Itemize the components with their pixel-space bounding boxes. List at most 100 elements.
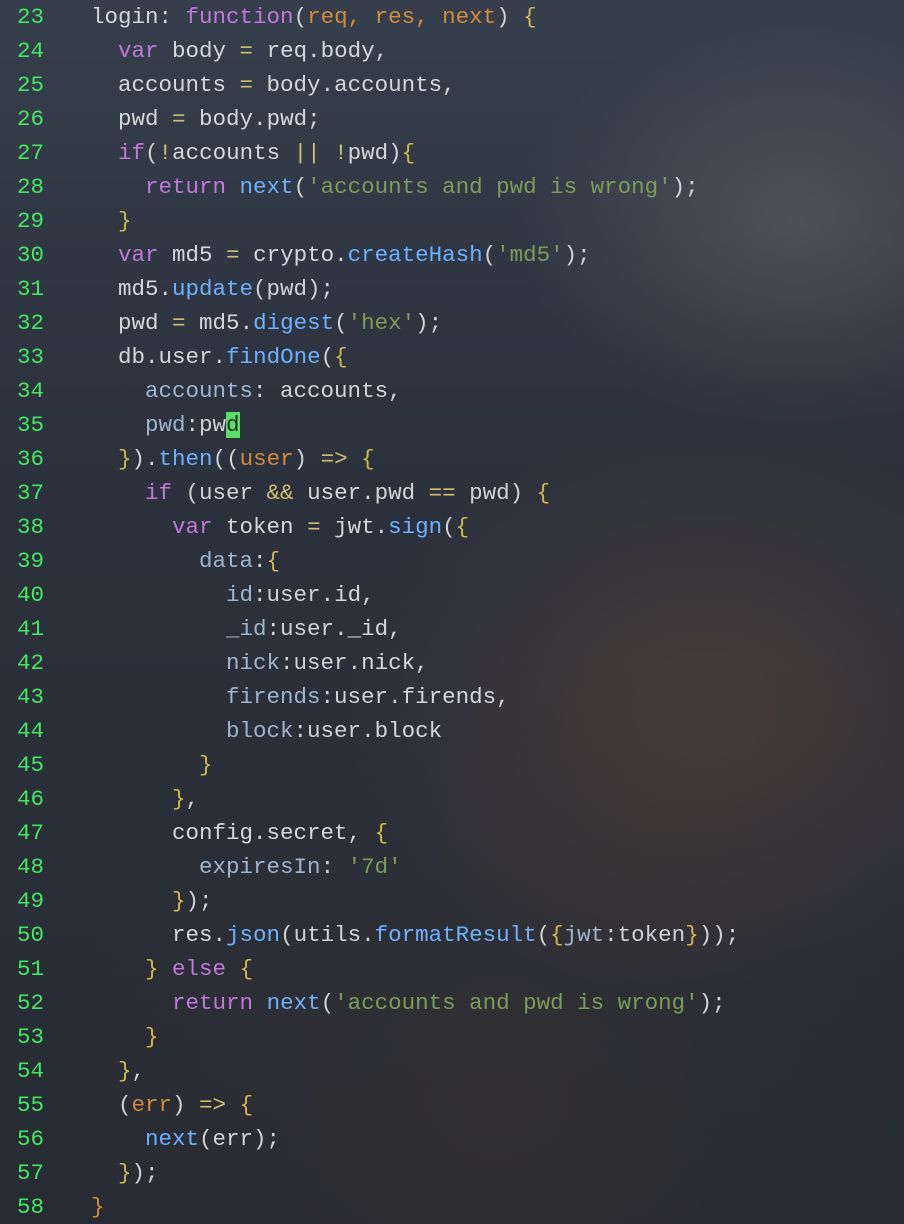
code-line[interactable]: } xyxy=(64,204,904,238)
token-p xyxy=(64,514,172,540)
token-prop: nick xyxy=(226,650,280,676)
code-line[interactable]: (err) => { xyxy=(64,1088,904,1122)
code-editor[interactable]: 2324252627282930313233343536373839404142… xyxy=(0,0,904,1224)
code-line[interactable]: } xyxy=(64,1020,904,1054)
token-kw: return xyxy=(145,174,226,200)
token-prop: _id xyxy=(226,616,267,642)
token-p xyxy=(64,174,145,200)
token-str: '7d' xyxy=(348,854,402,880)
token-fn: digest xyxy=(253,310,334,336)
line-number: 31 xyxy=(0,272,44,306)
line-number: 38 xyxy=(0,510,44,544)
code-line[interactable]: } xyxy=(64,1190,904,1224)
code-line[interactable]: md5.update(pwd); xyxy=(64,272,904,306)
token-p: ); xyxy=(186,888,213,914)
line-number: 45 xyxy=(0,748,44,782)
token-id: user xyxy=(294,480,362,506)
token-p xyxy=(64,140,118,166)
code-line[interactable]: accounts: accounts, xyxy=(64,374,904,408)
token-p xyxy=(64,1160,118,1186)
code-line[interactable]: res.json(utils.formatResult({jwt:token})… xyxy=(64,918,904,952)
token-fn: next xyxy=(240,174,294,200)
token-p xyxy=(64,888,172,914)
token-str: 'accounts and pwd is wrong' xyxy=(334,990,699,1016)
token-kw: var xyxy=(118,38,159,64)
token-brY: } xyxy=(172,786,186,812)
token-p: ; xyxy=(307,106,321,132)
token-id: accounts xyxy=(334,72,442,98)
token-brY: { xyxy=(537,480,551,506)
code-line[interactable]: id:user.id, xyxy=(64,578,904,612)
token-brY: { xyxy=(523,4,537,30)
token-brY: } xyxy=(118,208,132,234)
code-line[interactable]: var md5 = crypto.createHash('md5'); xyxy=(64,238,904,272)
code-line[interactable]: accounts = body.accounts, xyxy=(64,68,904,102)
token-p: . xyxy=(361,922,375,948)
code-line[interactable]: login: function(req, res, next) { xyxy=(64,0,904,34)
line-number: 27 xyxy=(0,136,44,170)
code-line[interactable]: } else { xyxy=(64,952,904,986)
token-p xyxy=(348,446,362,472)
code-line[interactable]: }, xyxy=(64,782,904,816)
token-prop: data xyxy=(199,548,253,574)
code-line[interactable]: _id:user._id, xyxy=(64,612,904,646)
line-number: 44 xyxy=(0,714,44,748)
token-fn: then xyxy=(159,446,213,472)
token-prop: block xyxy=(226,718,294,744)
code-line[interactable]: }); xyxy=(64,884,904,918)
token-p: . xyxy=(240,310,254,336)
code-line[interactable]: pwd = body.pwd; xyxy=(64,102,904,136)
code-line[interactable]: }, xyxy=(64,1054,904,1088)
token-brY: { xyxy=(240,1092,254,1118)
code-line[interactable]: nick:user.nick, xyxy=(64,646,904,680)
token-prop: id xyxy=(226,582,253,608)
line-number: 47 xyxy=(0,816,44,850)
code-line[interactable]: next(err); xyxy=(64,1122,904,1156)
code-line[interactable]: db.user.findOne({ xyxy=(64,340,904,374)
token-p: , xyxy=(496,684,510,710)
line-number: 28 xyxy=(0,170,44,204)
token-fn: json xyxy=(226,922,280,948)
token-brY: } xyxy=(199,752,213,778)
code-line[interactable]: pwd = md5.digest('hex'); xyxy=(64,306,904,340)
token-id: pwd xyxy=(267,106,308,132)
code-line[interactable]: } xyxy=(64,748,904,782)
token-p: . xyxy=(213,344,227,370)
token-p: : xyxy=(321,854,348,880)
line-number: 35 xyxy=(0,408,44,442)
code-line[interactable]: if(!accounts || !pwd){ xyxy=(64,136,904,170)
token-p xyxy=(64,854,199,880)
code-line[interactable]: if (user && user.pwd == pwd) { xyxy=(64,476,904,510)
line-number: 42 xyxy=(0,646,44,680)
token-id: token xyxy=(213,514,308,540)
code-line[interactable]: var token = jwt.sign({ xyxy=(64,510,904,544)
code-line[interactable]: }); xyxy=(64,1156,904,1190)
code-line[interactable]: data:{ xyxy=(64,544,904,578)
code-line[interactable]: }).then((user) => { xyxy=(64,442,904,476)
code-line[interactable]: return next('accounts and pwd is wrong')… xyxy=(64,170,904,204)
code-area[interactable]: login: function(req, res, next) { var bo… xyxy=(50,0,904,1224)
token-p: ); xyxy=(132,1160,159,1186)
token-fn: findOne xyxy=(226,344,321,370)
code-line[interactable]: expiresIn: '7d' xyxy=(64,850,904,884)
token-p: . xyxy=(253,820,267,846)
code-line[interactable]: firends:user.firends, xyxy=(64,680,904,714)
code-line[interactable]: config.secret, { xyxy=(64,816,904,850)
token-id: pwd xyxy=(64,310,172,336)
token-brY: { xyxy=(267,548,281,574)
line-number: 49 xyxy=(0,884,44,918)
code-line[interactable]: return next('accounts and pwd is wrong')… xyxy=(64,986,904,1020)
token-fn: createHash xyxy=(348,242,483,268)
token-p: ( xyxy=(321,990,335,1016)
code-line[interactable]: var body = req.body, xyxy=(64,34,904,68)
token-arg: req, res, next xyxy=(307,4,496,30)
token-brY: { xyxy=(550,922,564,948)
token-brY: { xyxy=(334,344,348,370)
code-line[interactable]: pwd:pwd xyxy=(64,408,904,442)
code-line[interactable]: block:user.block xyxy=(64,714,904,748)
line-number: 32 xyxy=(0,306,44,340)
token-str: 'md5' xyxy=(496,242,564,268)
token-p: . xyxy=(361,480,375,506)
token-p xyxy=(64,1194,91,1220)
line-number: 26 xyxy=(0,102,44,136)
